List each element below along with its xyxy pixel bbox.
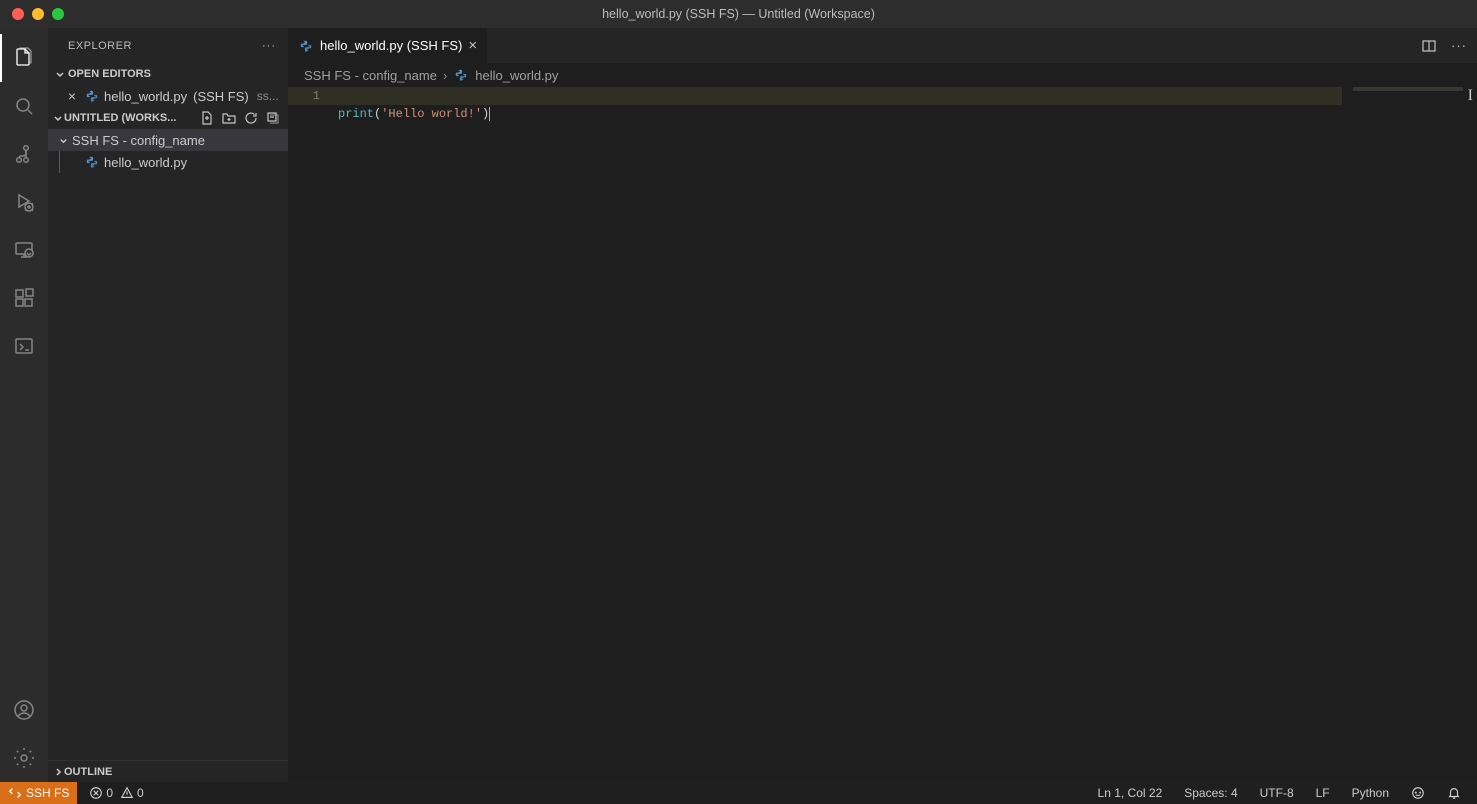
- chevron-right-icon: ›: [443, 68, 447, 83]
- explorer-sidebar: EXPLORER ··· OPEN EDITORS × hello_world.…: [48, 28, 288, 782]
- status-problems[interactable]: 0 0: [85, 786, 147, 800]
- chevron-down-icon: [52, 68, 68, 80]
- error-icon: [89, 786, 103, 800]
- warning-count: 0: [137, 786, 144, 800]
- open-editors-label: OPEN EDITORS: [68, 68, 151, 80]
- search-icon: [12, 94, 36, 118]
- remote-explorer-activity[interactable]: [0, 226, 48, 274]
- source-control-activity[interactable]: [0, 130, 48, 178]
- breadcrumb-part[interactable]: hello_world.py: [475, 68, 558, 83]
- chevron-down-icon: [52, 112, 64, 124]
- sidebar-more-icon[interactable]: ···: [262, 40, 276, 52]
- maximize-window-button[interactable]: [52, 8, 64, 20]
- status-bar: SSH FS 0 0 Ln 1, Col 22 Spaces: 4 UTF-8 …: [0, 782, 1477, 804]
- tree-folder[interactable]: SSH FS - config_name: [48, 129, 288, 151]
- close-editor-icon[interactable]: ×: [64, 88, 80, 104]
- terminal-icon: [12, 334, 36, 358]
- file-name: hello_world.py: [104, 155, 187, 170]
- new-file-icon[interactable]: [198, 110, 216, 126]
- open-editor-item[interactable]: × hello_world.py (SSH FS) ss...: [48, 85, 288, 107]
- open-editor-desc: ss...: [257, 89, 279, 103]
- sidebar-title-row: EXPLORER ···: [48, 28, 288, 63]
- tabbar-actions: ···: [1421, 28, 1477, 63]
- remote-indicator[interactable]: SSH FS: [0, 782, 77, 804]
- explorer-activity[interactable]: [0, 34, 48, 82]
- refresh-icon[interactable]: [242, 110, 260, 126]
- tab-label: hello_world.py (SSH FS): [320, 38, 462, 53]
- breadcrumb-part[interactable]: SSH FS - config_name: [304, 68, 437, 83]
- text-cursor: [489, 107, 490, 121]
- window-title: hello_world.py (SSH FS) — Untitled (Work…: [602, 7, 875, 21]
- code-token-string: 'Hello world!': [381, 107, 482, 121]
- error-count: 0: [106, 786, 113, 800]
- open-editor-filename: hello_world.py: [104, 89, 187, 104]
- breadcrumb[interactable]: SSH FS - config_name › hello_world.py: [288, 63, 1477, 87]
- eol-status[interactable]: LF: [1312, 786, 1334, 800]
- chevron-right-icon: [52, 766, 64, 778]
- python-file-icon: [84, 154, 100, 170]
- gear-icon: [12, 746, 36, 770]
- extensions-icon: [12, 286, 36, 310]
- titlebar: hello_world.py (SSH FS) — Untitled (Work…: [0, 0, 1477, 28]
- open-editors-header[interactable]: OPEN EDITORS: [48, 63, 288, 85]
- minimap[interactable]: I: [1357, 87, 1477, 782]
- split-editor-icon[interactable]: [1421, 38, 1437, 54]
- python-file-icon: [453, 67, 469, 83]
- notifications-icon[interactable]: [1443, 786, 1465, 800]
- open-editor-suffix: (SSH FS): [193, 89, 249, 104]
- chevron-down-icon: [56, 135, 70, 146]
- python-file-icon: [298, 38, 314, 54]
- accounts-activity[interactable]: [0, 686, 48, 734]
- run-debug-activity[interactable]: [0, 178, 48, 226]
- minimize-window-button[interactable]: [32, 8, 44, 20]
- remote-label: SSH FS: [26, 786, 69, 800]
- new-folder-icon[interactable]: [220, 110, 238, 126]
- files-icon: [12, 46, 36, 70]
- more-actions-icon[interactable]: ···: [1451, 38, 1467, 53]
- language-mode[interactable]: Python: [1348, 786, 1393, 800]
- indentation-status[interactable]: Spaces: 4: [1180, 786, 1241, 800]
- tree-file[interactable]: hello_world.py: [59, 151, 288, 173]
- folder-name: SSH FS - config_name: [72, 133, 205, 148]
- close-tab-icon[interactable]: ×: [468, 37, 477, 54]
- sidebar-title: EXPLORER: [68, 40, 132, 52]
- settings-activity[interactable]: [0, 734, 48, 782]
- close-window-button[interactable]: [12, 8, 24, 20]
- search-activity[interactable]: [0, 82, 48, 130]
- window-controls: [0, 8, 64, 20]
- remote-icon: [8, 786, 22, 800]
- minimap-content: [1353, 87, 1463, 91]
- python-file-icon: [84, 88, 100, 104]
- account-icon: [12, 698, 36, 722]
- editor-body[interactable]: 1 print('Hello world!') I: [288, 87, 1477, 782]
- overview-ruler-cursor-icon: I: [1468, 87, 1473, 105]
- terminal-activity[interactable]: [0, 322, 48, 370]
- line-number-gutter: 1: [288, 87, 338, 782]
- encoding-status[interactable]: UTF-8: [1256, 786, 1298, 800]
- outline-header[interactable]: OUTLINE: [48, 760, 288, 782]
- activity-bar: [0, 28, 48, 782]
- outline-label: OUTLINE: [64, 766, 112, 778]
- feedback-icon[interactable]: [1407, 786, 1429, 800]
- extensions-activity[interactable]: [0, 274, 48, 322]
- code-token-func: print: [338, 107, 374, 121]
- debug-icon: [12, 190, 36, 214]
- code-token: ): [482, 107, 489, 121]
- source-control-icon: [12, 142, 36, 166]
- editor-area: hello_world.py (SSH FS) × ··· SSH FS - c…: [288, 28, 1477, 782]
- remote-explorer-icon: [12, 238, 36, 262]
- workspace-header[interactable]: UNTITLED (WORKS...: [48, 107, 288, 129]
- warning-icon: [120, 786, 134, 800]
- editor-tab[interactable]: hello_world.py (SSH FS) ×: [288, 28, 488, 63]
- workspace-label: UNTITLED (WORKS...: [64, 112, 198, 124]
- collapse-all-icon[interactable]: [264, 110, 282, 126]
- code-content[interactable]: print('Hello world!'): [338, 87, 490, 782]
- tab-bar: hello_world.py (SSH FS) × ···: [288, 28, 1477, 63]
- cursor-position[interactable]: Ln 1, Col 22: [1094, 786, 1167, 800]
